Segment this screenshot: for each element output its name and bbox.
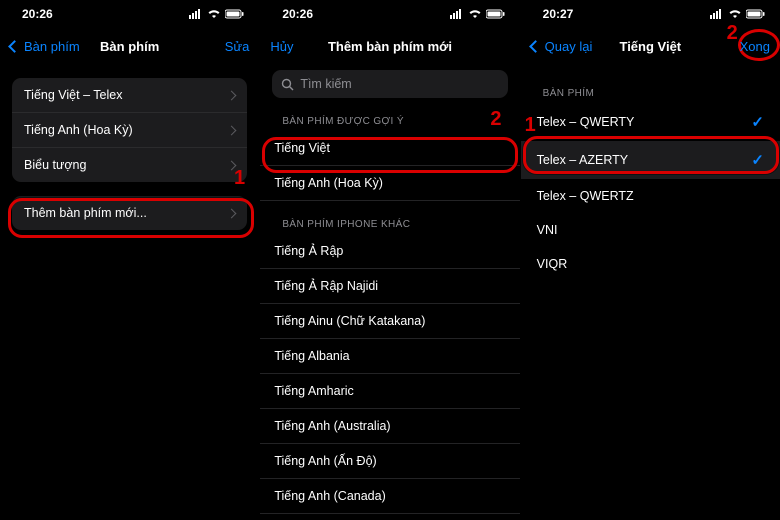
keyboard-label: Biểu tượng xyxy=(24,158,228,172)
status-time: 20:26 xyxy=(282,7,313,21)
status-bar: 20:27 xyxy=(521,0,780,28)
language-row[interactable]: Tiếng Anh (Canada) xyxy=(260,479,519,514)
nav-bar: Hủy Thêm bàn phím mới xyxy=(260,28,519,64)
language-row[interactable]: Tiếng Anh (Australia) xyxy=(260,409,519,444)
keyboard-label: Tiếng Anh (Hoa Kỳ) xyxy=(24,123,228,137)
keyboard-row[interactable]: Tiếng Anh (Hoa Kỳ) xyxy=(12,112,247,147)
checkmark-icon: ✓ xyxy=(751,113,764,131)
section-suggested: BÀN PHÍM ĐƯỢC GỢI Ý xyxy=(260,98,519,131)
done-button[interactable]: Xong xyxy=(740,39,770,54)
language-label: Tiếng Anh (Australia) xyxy=(274,419,390,433)
layout-label: VIQR xyxy=(537,257,568,271)
checkmark-icon: ✓ xyxy=(751,151,764,169)
nav-bar: Quay lại Tiếng Việt Xong xyxy=(521,28,780,64)
status-indicators xyxy=(189,9,245,19)
chevron-right-icon xyxy=(228,88,235,102)
language-label: Tiếng Anh (Canada) xyxy=(274,489,385,503)
screen-vietnamese-layouts: 20:27 Quay lại Tiếng Việt Xong BÀN PHÍM … xyxy=(520,0,780,520)
language-row[interactable]: Tiếng Anh (Nam Phi) xyxy=(260,514,519,520)
chevron-right-icon xyxy=(228,206,235,220)
layout-label: VNI xyxy=(537,223,558,237)
back-label: Quay lại xyxy=(545,39,593,54)
other-list: Tiếng Ả Rập Tiếng Ả Rập Najidi Tiếng Ain… xyxy=(260,234,519,520)
layout-row[interactable]: VNI xyxy=(521,213,780,247)
layout-row[interactable]: Telex – QWERTZ xyxy=(521,179,780,213)
status-bar: 20:26 xyxy=(260,0,519,28)
section-layouts: BÀN PHÍM xyxy=(521,64,780,103)
suggested-list: Tiếng Việt Tiếng Anh (Hoa Kỳ) xyxy=(260,131,519,201)
language-label: Tiếng Anh (Ấn Độ) xyxy=(274,454,376,468)
language-row[interactable]: Tiếng Việt xyxy=(260,131,519,166)
language-row[interactable]: Tiếng Ả Rập Najidi xyxy=(260,269,519,304)
status-indicators xyxy=(450,9,506,19)
back-button[interactable]: Quay lại xyxy=(531,39,593,54)
back-button[interactable]: Bàn phím xyxy=(10,39,80,54)
screen-add-keyboard: 20:26 Hủy Thêm bàn phím mới Tìm kiếm BÀN… xyxy=(259,0,519,520)
status-time: 20:27 xyxy=(543,7,574,21)
layout-row[interactable]: VIQR xyxy=(521,247,780,281)
language-row[interactable]: Tiếng Amharic xyxy=(260,374,519,409)
keyboard-label: Tiếng Việt – Telex xyxy=(24,88,228,102)
language-label: Tiếng Việt xyxy=(274,141,330,155)
add-keyboard-button[interactable]: Thêm bàn phím mới... xyxy=(12,196,247,230)
layout-label: Telex – QWERTZ xyxy=(537,189,634,203)
keyboard-row[interactable]: Tiếng Việt – Telex xyxy=(12,78,247,112)
language-label: Tiếng Amharic xyxy=(274,384,353,398)
status-bar: 20:26 xyxy=(0,0,259,28)
status-indicators xyxy=(710,9,766,19)
language-row[interactable]: Tiếng Anh (Hoa Kỳ) xyxy=(260,166,519,201)
layout-row[interactable]: Telex – AZERTY ✓ xyxy=(521,141,780,179)
language-label: Tiếng Anh (Hoa Kỳ) xyxy=(274,176,383,190)
nav-bar: Bàn phím Bàn phím Sửa xyxy=(0,28,259,64)
language-label: Tiếng Ả Rập xyxy=(274,244,343,258)
cancel-button[interactable]: Hủy xyxy=(270,39,293,54)
keyboard-row[interactable]: Biểu tượng xyxy=(12,147,247,182)
language-row[interactable]: Tiếng Albania xyxy=(260,339,519,374)
search-icon xyxy=(281,78,294,91)
screen-keyboards: 20:26 Bàn phím Bàn phím Sửa Tiếng Việt –… xyxy=(0,0,259,520)
section-other: BÀN PHÍM IPHONE KHÁC xyxy=(260,201,519,234)
language-row[interactable]: Tiếng Ả Rập xyxy=(260,234,519,269)
search-placeholder: Tìm kiếm xyxy=(300,77,351,91)
keyboard-list: Tiếng Việt – Telex Tiếng Anh (Hoa Kỳ) Bi… xyxy=(12,78,247,182)
language-label: Tiếng Ainu (Chữ Katakana) xyxy=(274,314,425,328)
status-time: 20:26 xyxy=(22,7,53,21)
layout-label: Telex – QWERTY xyxy=(537,115,635,129)
page-title: Thêm bàn phím mới xyxy=(260,39,519,54)
chevron-right-icon xyxy=(228,158,235,172)
chevron-right-icon xyxy=(228,123,235,137)
back-label: Bàn phím xyxy=(24,39,80,54)
add-keyboard-group: Thêm bàn phím mới... xyxy=(12,196,247,230)
layout-label: Telex – AZERTY xyxy=(537,153,628,167)
language-row[interactable]: Tiếng Ainu (Chữ Katakana) xyxy=(260,304,519,339)
layout-row[interactable]: Telex – QWERTY ✓ xyxy=(521,103,780,141)
edit-button[interactable]: Sửa xyxy=(225,39,250,54)
layout-list: Telex – QWERTY ✓ Telex – AZERTY ✓ Telex – … xyxy=(521,103,780,281)
language-label: Tiếng Albania xyxy=(274,349,349,363)
language-label: Tiếng Ả Rập Najidi xyxy=(274,279,378,293)
search-input[interactable]: Tìm kiếm xyxy=(272,70,507,98)
language-row[interactable]: Tiếng Anh (Ấn Độ) xyxy=(260,444,519,479)
add-keyboard-label: Thêm bàn phím mới... xyxy=(24,206,228,220)
